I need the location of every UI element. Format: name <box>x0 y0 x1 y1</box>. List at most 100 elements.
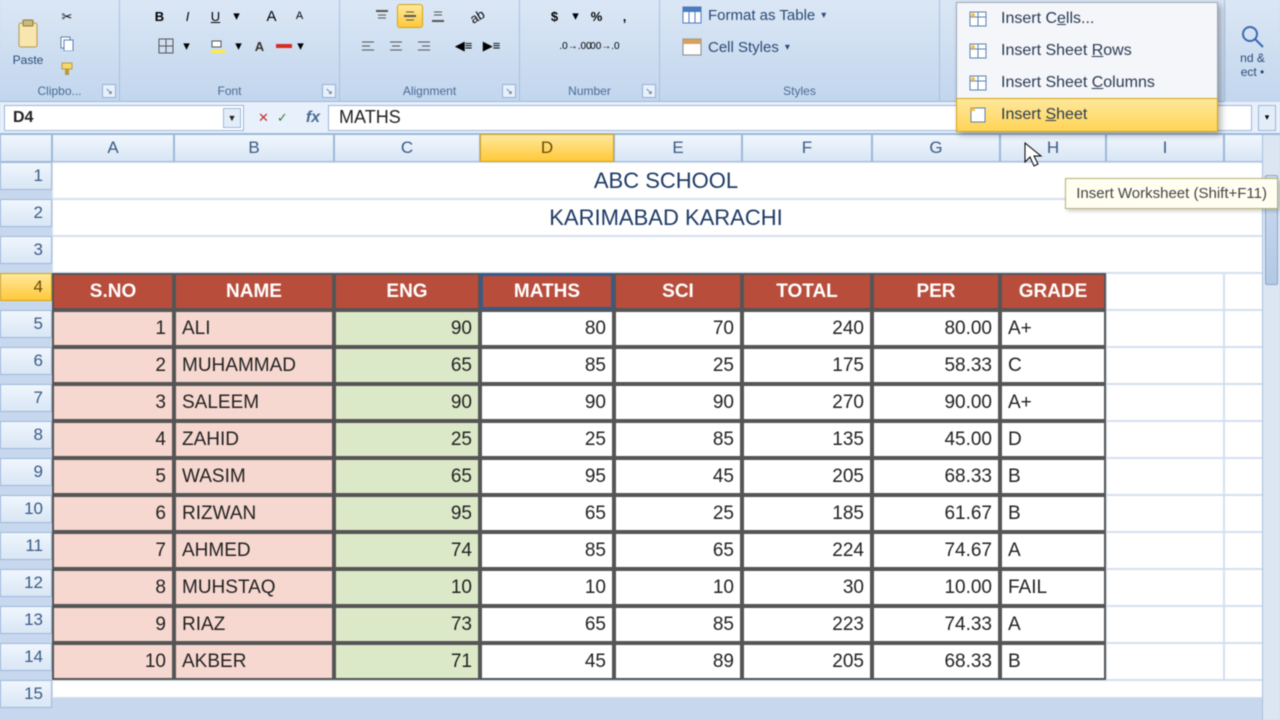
cell-sno[interactable]: 7 <box>52 532 174 569</box>
select-all-corner[interactable] <box>0 134 52 162</box>
column-header-C[interactable]: C <box>334 134 480 162</box>
cell-grade[interactable]: B <box>1000 643 1106 680</box>
copy-button[interactable] <box>54 31 80 55</box>
table-header-total[interactable]: TOTAL <box>742 273 872 310</box>
cell-sno[interactable]: 3 <box>52 384 174 421</box>
cell-total[interactable]: 223 <box>742 606 872 643</box>
cell-grade[interactable]: A+ <box>1000 384 1106 421</box>
cell-total[interactable]: 185 <box>742 495 872 532</box>
row-header-13[interactable]: 13 <box>0 606 52 634</box>
cell-sci[interactable]: 65 <box>614 532 742 569</box>
borders-button[interactable] <box>153 34 179 58</box>
cell-total[interactable]: 240 <box>742 310 872 347</box>
cell-sci[interactable]: 25 <box>614 347 742 384</box>
cell-name[interactable]: AKBER <box>174 643 334 680</box>
percent-button[interactable]: % <box>584 4 610 28</box>
currency-button[interactable]: $ <box>542 4 568 28</box>
row-header-8[interactable]: 8 <box>0 421 52 449</box>
grow-font-button[interactable]: A <box>259 4 285 28</box>
cell-per[interactable]: 74.33 <box>872 606 1000 643</box>
cell-eng[interactable]: 73 <box>334 606 480 643</box>
cell-per[interactable]: 58.33 <box>872 347 1000 384</box>
cell-maths[interactable]: 45 <box>480 643 614 680</box>
column-header-A[interactable]: A <box>52 134 174 162</box>
cell-eng[interactable]: 25 <box>334 421 480 458</box>
paste-button[interactable]: Paste <box>6 17 50 69</box>
cell-per[interactable]: 61.67 <box>872 495 1000 532</box>
dialog-launcher-clipboard[interactable]: ↘ <box>102 84 116 98</box>
row-header-3[interactable]: 3 <box>0 236 52 264</box>
column-header-G[interactable]: G <box>872 134 1000 162</box>
fx-button[interactable]: fx <box>298 109 328 127</box>
menu-item-insert-3[interactable]: Insert Sheet <box>956 98 1218 132</box>
cell-maths[interactable]: 85 <box>480 532 614 569</box>
row-header-9[interactable]: 9 <box>0 458 52 486</box>
vertical-scrollbar[interactable] <box>1262 135 1280 720</box>
row-header-7[interactable]: 7 <box>0 384 52 412</box>
cell-name[interactable]: MUHSTAQ <box>174 569 334 606</box>
table-header-per[interactable]: PER <box>872 273 1000 310</box>
cell-name[interactable]: SALEEM <box>174 384 334 421</box>
cell-name[interactable]: RIZWAN <box>174 495 334 532</box>
cell-name[interactable]: RIAZ <box>174 606 334 643</box>
cell-styles-button[interactable]: Cell Styles ▾ <box>676 36 796 58</box>
align-top-button[interactable] <box>369 4 395 28</box>
cell-total[interactable]: 30 <box>742 569 872 606</box>
cell-name[interactable]: ZAHID <box>174 421 334 458</box>
decrease-decimal-button[interactable]: .00→.0 <box>591 34 617 58</box>
cell-grade[interactable]: B <box>1000 458 1106 495</box>
cell-per[interactable]: 68.33 <box>872 458 1000 495</box>
cell-maths[interactable]: 25 <box>480 421 614 458</box>
cell-sci[interactable]: 45 <box>614 458 742 495</box>
cell-total[interactable]: 224 <box>742 532 872 569</box>
cell-sci[interactable]: 10 <box>614 569 742 606</box>
cell-total[interactable]: 205 <box>742 643 872 680</box>
column-header-F[interactable]: F <box>742 134 872 162</box>
cell-sci[interactable]: 85 <box>614 606 742 643</box>
cell-sno[interactable]: 5 <box>52 458 174 495</box>
currency-dropdown[interactable]: ▾ <box>570 4 582 28</box>
row-header-6[interactable]: 6 <box>0 347 52 375</box>
row-header-11[interactable]: 11 <box>0 532 52 560</box>
cell-sno[interactable]: 1 <box>52 310 174 347</box>
dialog-launcher-alignment[interactable]: ↘ <box>502 84 516 98</box>
font-color-swatch[interactable] <box>275 34 293 58</box>
cell-sci[interactable]: 85 <box>614 421 742 458</box>
cell-grade[interactable]: A <box>1000 532 1106 569</box>
cell-eng[interactable]: 95 <box>334 495 480 532</box>
align-bottom-button[interactable] <box>425 4 451 28</box>
font-color-button[interactable]: A <box>247 34 273 58</box>
comma-button[interactable]: , <box>612 4 638 28</box>
cell-sci[interactable]: 89 <box>614 643 742 680</box>
cell-maths[interactable]: 65 <box>480 495 614 532</box>
row-header-10[interactable]: 10 <box>0 495 52 523</box>
cell-per[interactable]: 45.00 <box>872 421 1000 458</box>
cell-sci[interactable]: 25 <box>614 495 742 532</box>
cell-name[interactable]: AHMED <box>174 532 334 569</box>
cancel-formula-button[interactable]: ✕ <box>258 110 269 126</box>
format-painter-button[interactable] <box>54 57 80 81</box>
cell-eng[interactable]: 71 <box>334 643 480 680</box>
cell-maths[interactable]: 90 <box>480 384 614 421</box>
table-header-eng[interactable]: ENG <box>334 273 480 310</box>
cell-grade[interactable]: D <box>1000 421 1106 458</box>
decrease-indent-button[interactable]: ◀≡ <box>451 34 477 58</box>
cell-total[interactable]: 270 <box>742 384 872 421</box>
borders-dropdown[interactable]: ▾ <box>181 34 193 58</box>
align-left-button[interactable] <box>355 34 381 58</box>
cut-button[interactable]: ✂ <box>54 5 80 29</box>
font-color-dropdown[interactable]: ▾ <box>295 34 307 58</box>
shrink-font-button[interactable]: A <box>287 4 313 28</box>
cell-eng[interactable]: 65 <box>334 347 480 384</box>
cell-sci[interactable]: 70 <box>614 310 742 347</box>
cell-sno[interactable]: 6 <box>52 495 174 532</box>
formula-bar-expand[interactable]: ▾ <box>1258 105 1276 131</box>
cell-grade[interactable]: A+ <box>1000 310 1106 347</box>
cell-per[interactable]: 10.00 <box>872 569 1000 606</box>
row-header-2[interactable]: 2 <box>0 199 52 227</box>
table-header-maths[interactable]: MATHS <box>480 273 614 310</box>
increase-decimal-button[interactable]: .0→.00 <box>563 34 589 58</box>
cell-sno[interactable]: 9 <box>52 606 174 643</box>
cell-name[interactable]: ALI <box>174 310 334 347</box>
column-header-H[interactable]: H <box>1000 134 1106 162</box>
